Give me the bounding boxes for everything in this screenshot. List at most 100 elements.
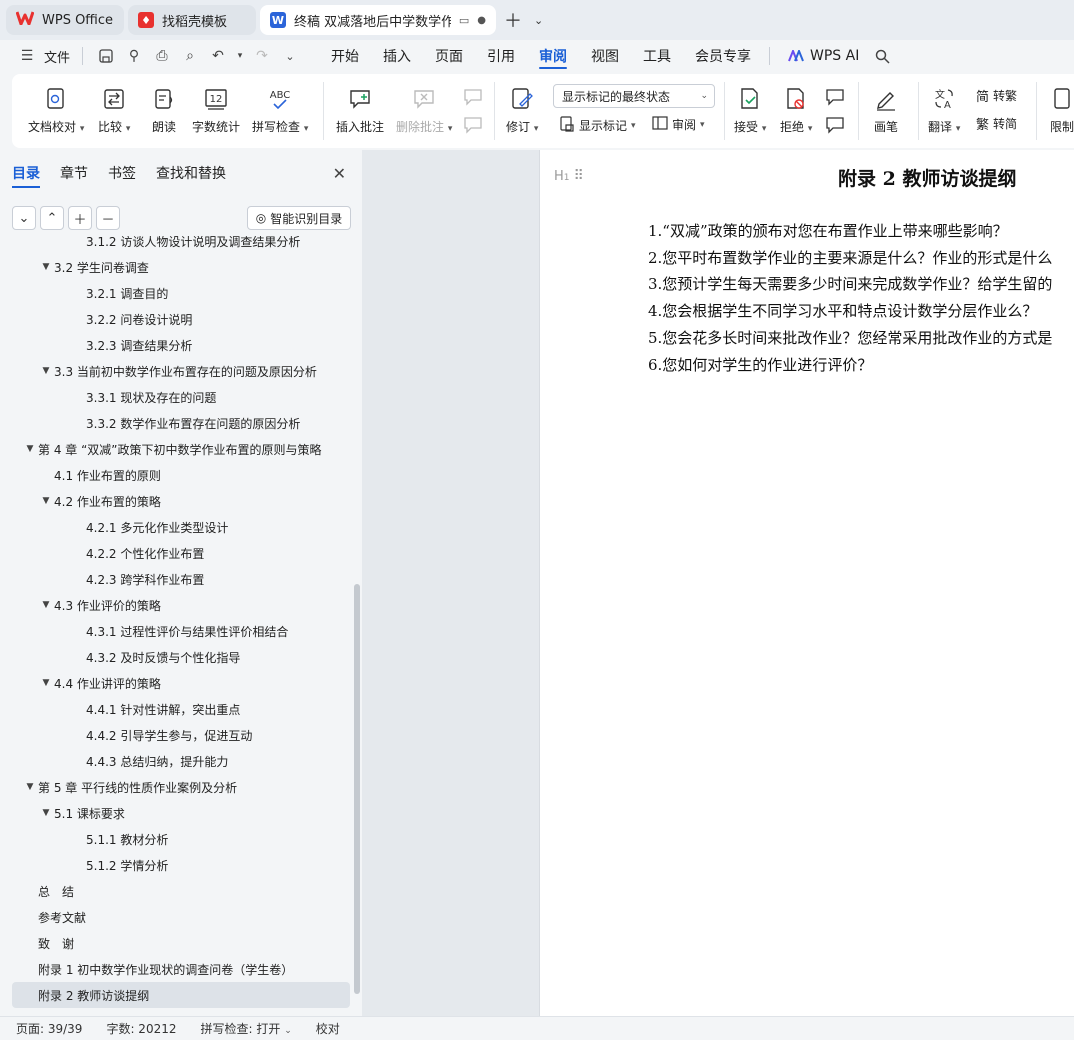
read-aloud-button[interactable]: 朗读 <box>150 84 178 135</box>
toc-item[interactable]: 参考文献 <box>0 904 352 930</box>
document-page[interactable]: H1 ⠿ 附录 2 教师访谈提纲 1.“双减”政策的颁布对您在布置作业上带来哪些… <box>540 150 1074 1016</box>
smart-toc-button[interactable]: ◎ 智能识别目录 <box>247 206 351 230</box>
file-menu[interactable]: 文件 <box>44 47 70 66</box>
menu-insert[interactable]: 插入 <box>371 40 423 72</box>
toc-item[interactable]: ▼ 4.2 作业布置的策略 <box>0 488 352 514</box>
menu-member[interactable]: 会员专享 <box>683 40 763 72</box>
markup-state-select[interactable]: 显示标记的最终状态 ⌄ <box>553 84 715 108</box>
toc-item[interactable]: 4.1 作业布置的原则 <box>0 462 352 488</box>
undo-dropdown-icon[interactable]: ▾ <box>235 45 245 67</box>
tab-find-replace[interactable]: 查找和替换 <box>156 150 226 196</box>
toc-item[interactable]: ▼ 第 4 章 “双减”政策下初中数学作业布置的原则与策略 <box>0 436 352 462</box>
print-icon[interactable]: ⎙ <box>151 45 173 67</box>
to-traditional-button[interactable]: 简 转繁 <box>976 86 1017 105</box>
close-icon[interactable]: ✕ <box>333 164 346 183</box>
toc-item[interactable]: ▼ 第 5 章 平行线的性质作业案例及分析 <box>0 774 352 800</box>
next-change-icon[interactable] <box>824 114 846 136</box>
menu-review[interactable]: 审阅 <box>527 40 579 72</box>
toc-item[interactable]: 4.4.3 总结归纳，提升能力 <box>0 748 352 774</box>
toc-item[interactable]: 4.4.2 引导学生参与，促进互动 <box>0 722 352 748</box>
tab-bookmarks[interactable]: 书签 <box>108 150 136 196</box>
toc-item[interactable]: 3.2.2 问卷设计说明 <box>0 306 352 332</box>
toc-item[interactable]: 3.2.3 调查结果分析 <box>0 332 352 358</box>
toc-item[interactable]: 3.3.1 现状及存在的问题 <box>0 384 352 410</box>
doc-check-button[interactable]: 文档校对 ▾ <box>28 84 84 135</box>
save-icon[interactable] <box>95 45 117 67</box>
toc-item[interactable]: 3.1.2 访谈人物设计说明及调查结果分析 <box>0 236 352 254</box>
menu-tools[interactable]: 工具 <box>631 40 683 72</box>
word-count-button[interactable]: 12 字数统计 <box>192 84 240 135</box>
menu-page[interactable]: 页面 <box>423 40 475 72</box>
review-button[interactable]: 审阅 ▾ <box>652 116 705 133</box>
toc-item[interactable]: 4.4.1 针对性讲解，突出重点 <box>0 696 352 722</box>
menu-home[interactable]: 开始 <box>319 40 371 72</box>
menu-view[interactable]: 视图 <box>579 40 631 72</box>
toc-item[interactable]: 4.2.2 个性化作业布置 <box>0 540 352 566</box>
hamburger-icon[interactable]: ☰ <box>16 45 38 67</box>
tab-wps-office[interactable]: WPS Office <box>6 5 124 35</box>
translate-button[interactable]: 文A 翻译 ▾ <box>928 84 960 135</box>
insert-comment-button[interactable]: 插入批注 <box>336 84 384 135</box>
toc-item[interactable]: ▼ 3.3 当前初中数学作业布置存在的问题及原因分析 <box>0 358 352 384</box>
unsaved-dot-icon[interactable]: ● <box>477 15 486 26</box>
revise-button[interactable]: 修订 ▾ <box>506 84 538 135</box>
tab-toc[interactable]: 目录 <box>12 150 40 196</box>
toc-item[interactable]: 4.2.1 多元化作业类型设计 <box>0 514 352 540</box>
search-icon[interactable] <box>871 45 893 67</box>
toc-item[interactable]: 附录 1 初中数学作业现状的调查问卷（学生卷） <box>0 956 352 982</box>
toc-item[interactable]: ▼ 4.3 作业评价的策略 <box>0 592 352 618</box>
add-heading-icon[interactable]: ＋ <box>68 206 92 230</box>
prev-change-icon[interactable] <box>824 86 846 108</box>
tab-docer-templates[interactable]: ♦ 找稻壳模板 <box>128 5 256 35</box>
expand-arrow-icon[interactable]: ▼ <box>38 678 54 688</box>
restrict-button[interactable]: 限制 <box>1048 84 1074 135</box>
link-icon[interactable]: ⚲ <box>123 45 145 67</box>
collapse-down-icon[interactable]: ⌄ <box>12 206 36 230</box>
remove-heading-icon[interactable]: － <box>96 206 120 230</box>
accept-button[interactable]: 接受 ▾ <box>734 84 766 135</box>
tab-document[interactable]: W 终稿 双减落地后中学数学作业 ▭ ● <box>260 5 496 35</box>
show-markup-button[interactable]: 显示标记 ▾ <box>559 116 636 135</box>
to-simplified-button[interactable]: 繁 转简 <box>976 114 1017 133</box>
toc-item[interactable]: 3.3.2 数学作业布置存在问题的原因分析 <box>0 410 352 436</box>
reject-button[interactable]: 拒绝 ▾ <box>780 84 812 135</box>
wps-ai-button[interactable]: WPS AI <box>776 40 871 72</box>
expand-arrow-icon[interactable]: ▼ <box>38 600 54 610</box>
toc-item[interactable]: ▼ 4.4 作业讲评的策略 <box>0 670 352 696</box>
proofread-button[interactable]: 校对 <box>316 1020 340 1037</box>
toc-item[interactable]: ▼ 3.2 学生问卷调查 <box>0 254 352 280</box>
menu-references[interactable]: 引用 <box>475 40 527 72</box>
compare-button[interactable]: 比较 ▾ <box>98 84 130 135</box>
tab-sections[interactable]: 章节 <box>60 150 88 196</box>
toc-item[interactable]: 致 谢 <box>0 930 352 956</box>
toc-item[interactable]: 3.2.1 调查目的 <box>0 280 352 306</box>
new-tab-icon[interactable]: ＋ <box>500 7 526 33</box>
word-count[interactable]: 字数: 20212 <box>106 1020 176 1037</box>
more-chevron-icon[interactable]: ⌄ <box>279 45 301 67</box>
expand-arrow-icon[interactable]: ▼ <box>38 808 54 818</box>
spell-check-status[interactable]: 拼写检查: 打开 ⌄ <box>201 1020 292 1037</box>
undo-icon[interactable]: ↶ <box>207 45 229 67</box>
heading-marker[interactable]: H1 ⠿ <box>554 168 584 184</box>
expand-arrow-icon[interactable]: ▼ <box>38 366 54 376</box>
toc-item[interactable]: 4.3.2 及时反馈与个性化指导 <box>0 644 352 670</box>
toc-item[interactable]: 4.3.1 过程性评价与结果性评价相结合 <box>0 618 352 644</box>
chevron-down-icon[interactable]: ⌄ <box>530 14 547 27</box>
pen-button[interactable]: 画笔 <box>872 84 900 135</box>
toc-item[interactable]: 4.2.3 跨学科作业布置 <box>0 566 352 592</box>
expand-arrow-icon[interactable]: ▼ <box>22 444 38 454</box>
spell-check-button[interactable]: ABC 拼写检查 ▾ <box>252 84 308 135</box>
expand-arrow-icon[interactable]: ▼ <box>22 782 38 792</box>
toc-item[interactable]: 附录 2 教师访谈提纲 <box>12 982 350 1008</box>
print-preview-icon[interactable]: ⌕ <box>179 45 201 67</box>
collapse-up-icon[interactable]: ⌃ <box>40 206 64 230</box>
toc-item[interactable]: 5.1.1 教材分析 <box>0 826 352 852</box>
drag-handle-icon[interactable]: ⠿ <box>574 168 584 184</box>
expand-arrow-icon[interactable]: ▼ <box>38 262 54 272</box>
scrollbar-thumb[interactable] <box>354 584 360 994</box>
toc-item[interactable]: 5.1.2 学情分析 <box>0 852 352 878</box>
toc-item[interactable]: 总 结 <box>0 878 352 904</box>
expand-arrow-icon[interactable]: ▼ <box>38 496 54 506</box>
page-count[interactable]: 页面: 39/39 <box>16 1020 82 1037</box>
toc-item[interactable]: ▼ 5.1 课标要求 <box>0 800 352 826</box>
